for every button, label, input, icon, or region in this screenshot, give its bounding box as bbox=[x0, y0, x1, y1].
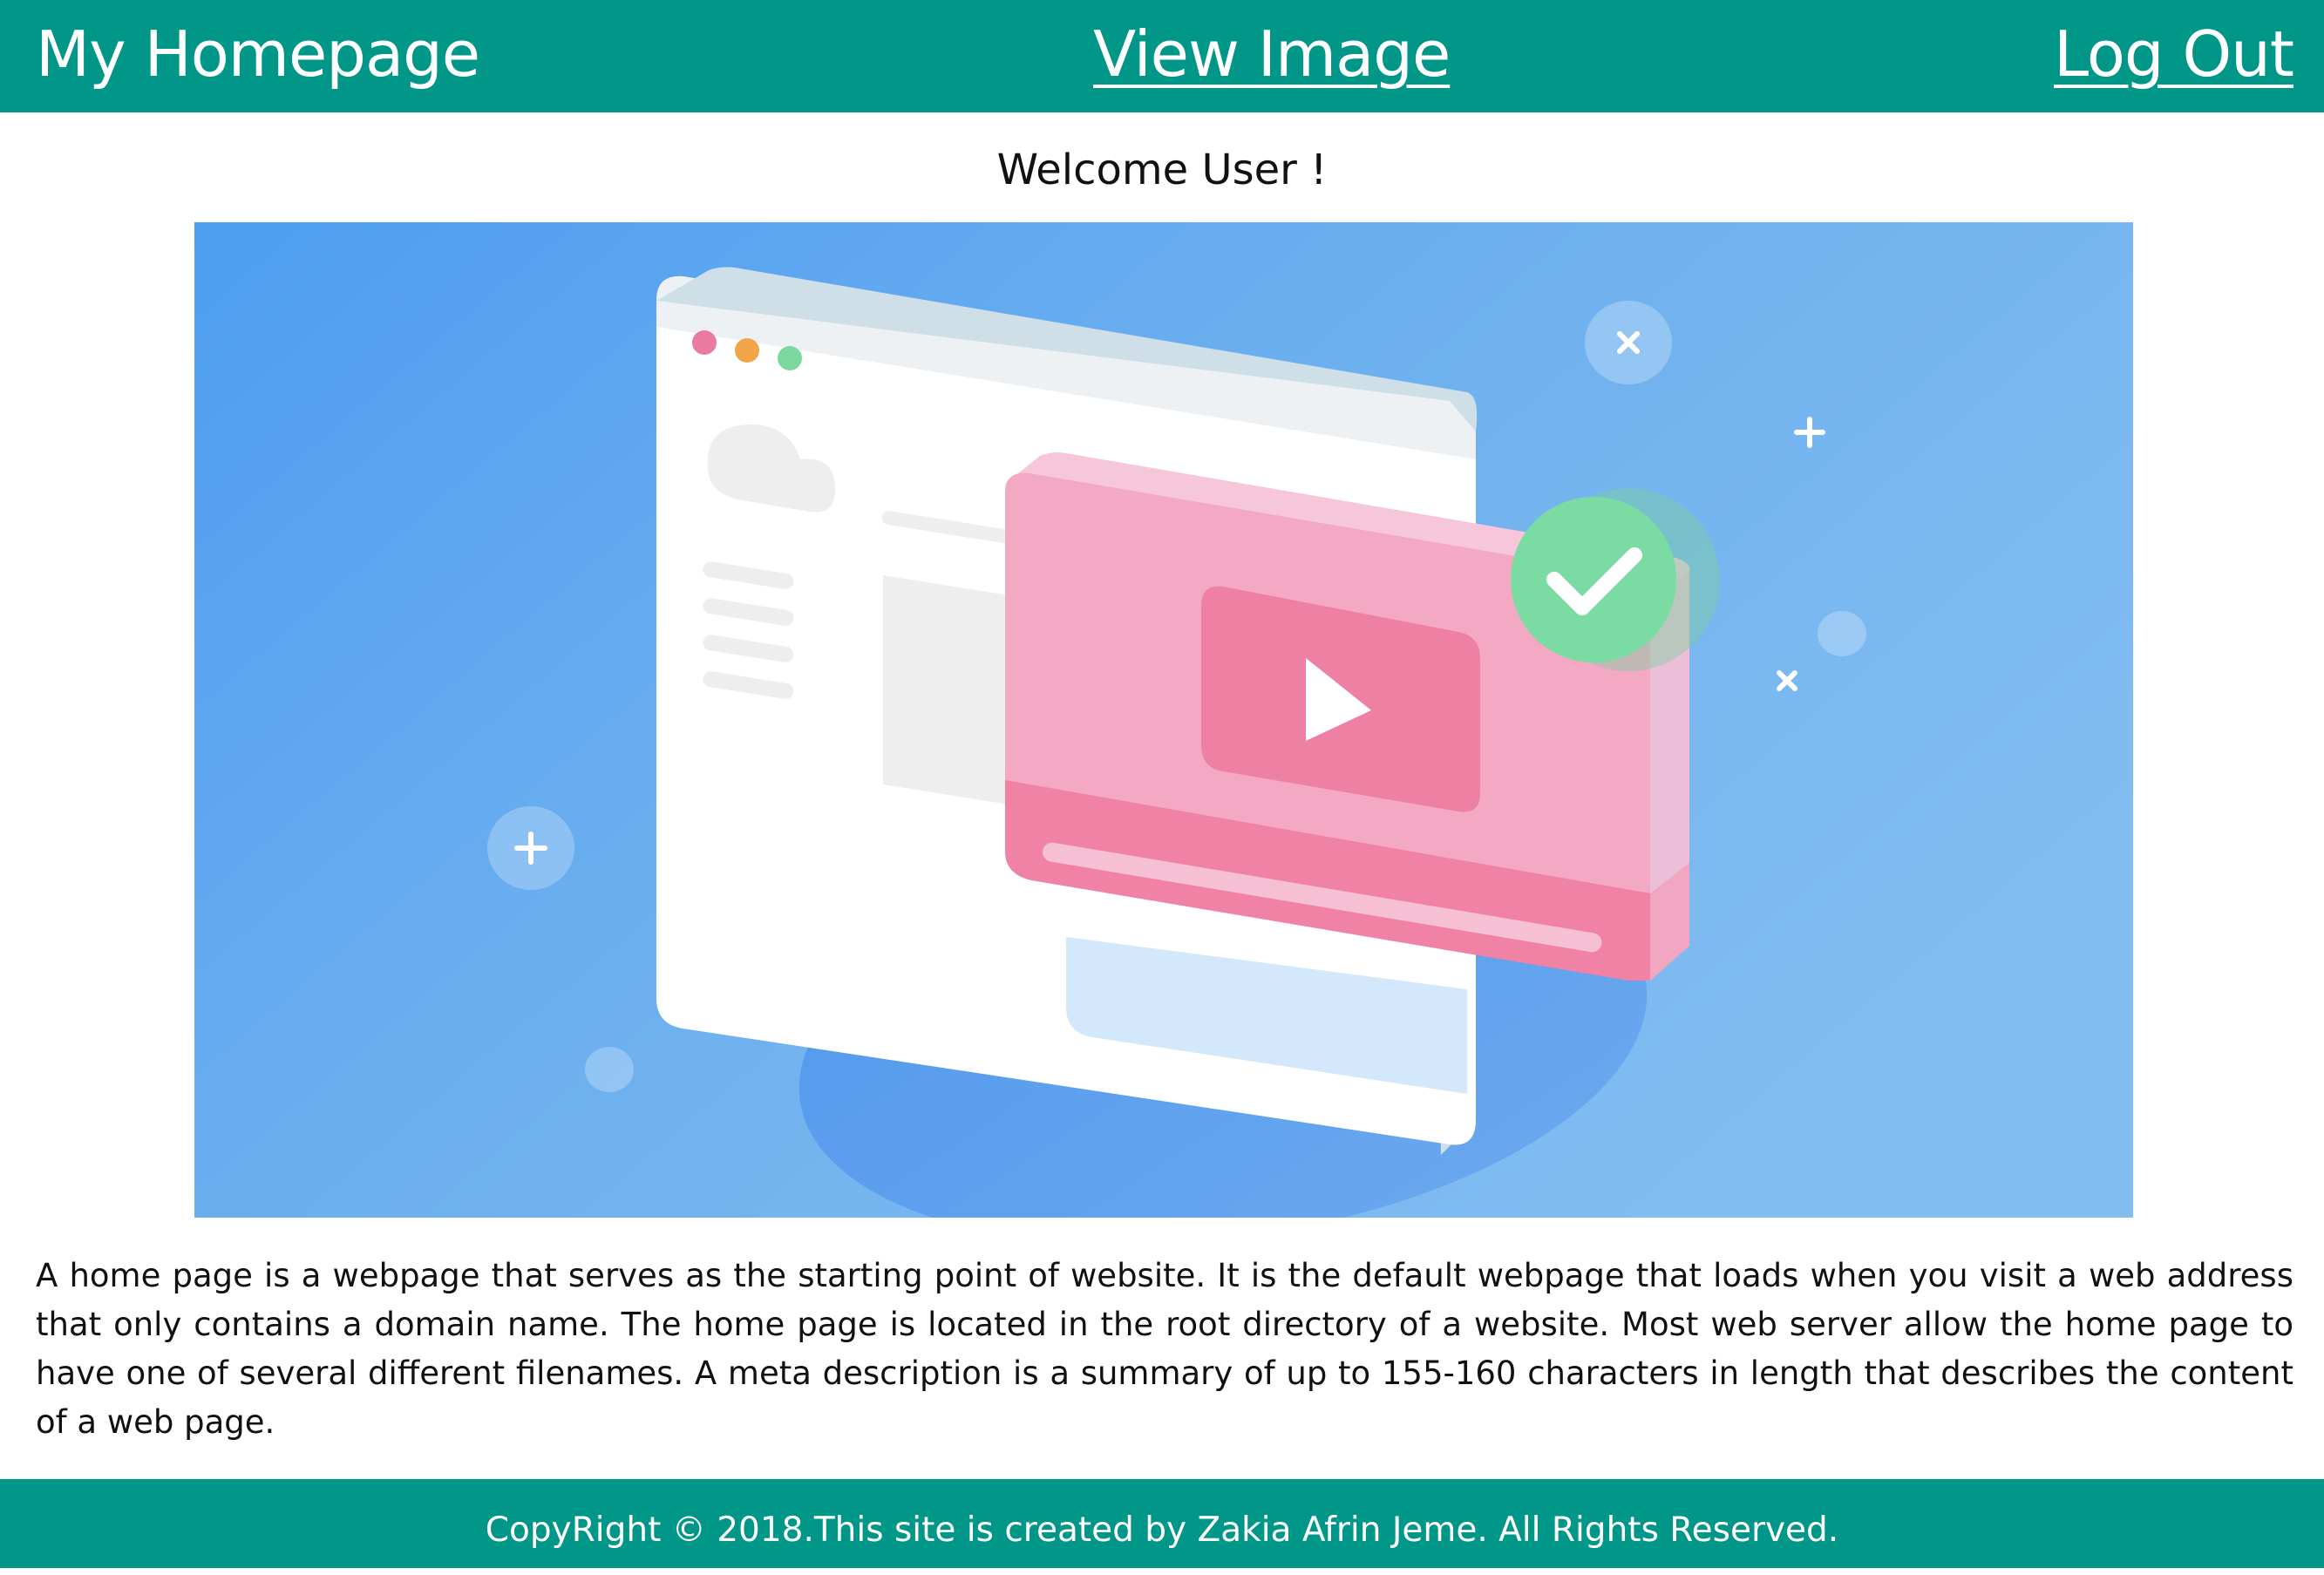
hero-illustration-svg bbox=[194, 222, 2133, 1218]
view-image-link[interactable]: View Image bbox=[1093, 9, 1451, 99]
footer: CopyRight © 2018.This site is created by… bbox=[0, 1479, 2324, 1568]
window-dot-yellow-icon bbox=[735, 338, 759, 363]
window-dot-green-icon bbox=[778, 346, 802, 370]
welcome-heading: Welcome User ! bbox=[996, 146, 1328, 194]
log-out-link[interactable]: Log Out bbox=[2054, 9, 2294, 99]
hero-illustration bbox=[194, 222, 2133, 1218]
copyright-text: CopyRight © 2018.This site is created by… bbox=[485, 1511, 1839, 1550]
window-dot-red-icon bbox=[692, 330, 717, 355]
top-nav-bar: My Homepage View Image Log Out bbox=[0, 0, 2324, 112]
checkmark-badge bbox=[1511, 497, 1676, 662]
site-title: My Homepage bbox=[36, 17, 480, 91]
homepage-description: A home page is a webpage that serves as … bbox=[36, 1257, 2293, 1441]
